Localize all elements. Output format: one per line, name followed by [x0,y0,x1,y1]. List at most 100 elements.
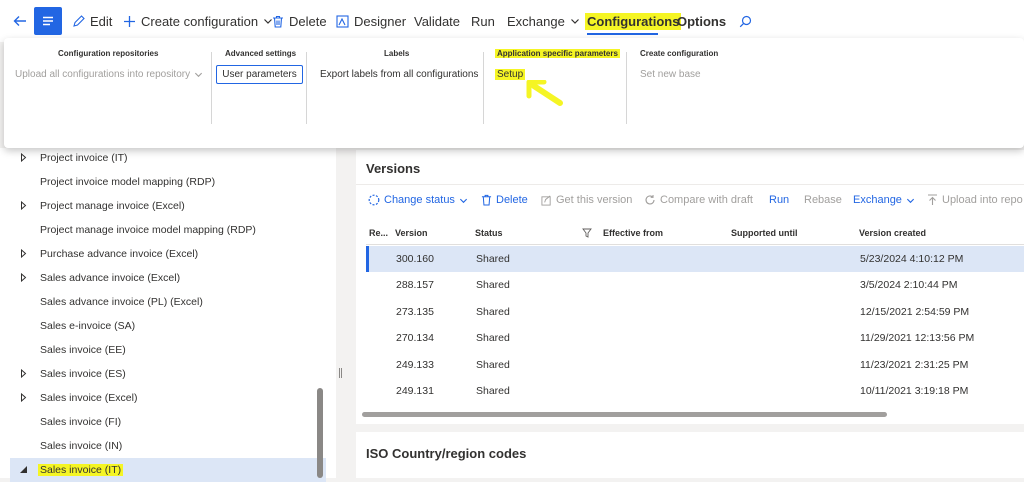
versions-exchange-button[interactable]: Exchange [853,191,915,209]
active-tab-underline [587,33,658,35]
tab-configurations[interactable]: Configurations [585,0,682,42]
expanded-triangle-icon[interactable] [19,465,28,474]
table-row[interactable]: 273.135 Shared 12/15/2021 2:54:59 PM [366,299,1024,325]
tree-item-label: Project invoice model mapping (RDP) [40,176,216,188]
collapsed-triangle-icon[interactable] [19,153,28,162]
validate-button[interactable]: Validate [414,0,460,42]
collapsed-triangle-icon[interactable] [19,393,28,402]
compare-with-draft-button[interactable]: Compare with draft [644,191,753,209]
group-separator [211,52,212,124]
versions-delete-button[interactable]: Delete [481,191,528,209]
chevron-down-icon [906,198,914,203]
collapsed-triangle-icon[interactable] [19,273,28,282]
designer-icon [336,14,349,28]
change-status-button[interactable]: Change status [368,191,468,209]
trash-icon [481,194,492,206]
tree-item[interactable]: Project invoice (IT) [10,146,326,170]
group-separator [626,52,627,124]
designer-label: Designer [354,13,407,29]
designer-button[interactable]: Designer [336,0,406,42]
tree-item[interactable]: Sales invoice (ES) [10,362,326,386]
user-parameters-label: User parameters [222,69,297,80]
column-header-version[interactable]: Version [395,228,428,238]
column-header-supported-until[interactable]: Supported until [731,228,798,238]
export-labels-label: Export labels from all configurations [320,69,479,80]
setup-label: Setup [497,69,524,80]
upload-into-repo-label: Upload into repo [942,194,1023,206]
group-title-application-specific-parameters: Application specific parameters [495,49,620,58]
rebase-button[interactable]: Rebase [804,191,842,209]
export-labels-button[interactable]: Export labels from all configurations [320,69,478,80]
cell-version: 273.135 [396,305,434,318]
tab-options[interactable]: Options [677,0,726,42]
cell-created: 5/23/2024 4:10:12 PM [860,253,964,265]
exchange-button[interactable]: Exchange [507,0,580,42]
upload-all-configurations-button[interactable]: Upload all configurations into repositor… [15,69,203,80]
tree-item[interactable]: Project invoice model mapping (RDP) [10,170,326,194]
table-row[interactable]: 249.133 Shared 11/23/2021 2:31:25 PM [366,352,1024,378]
tree-item[interactable]: Sales invoice (Excel) [10,386,326,410]
filter-icon[interactable] [582,228,592,238]
cell-status: Shared [476,332,510,345]
tree-item[interactable]: Sales invoice (FI) [10,410,326,434]
cell-status: Shared [476,253,510,265]
column-header-effective-from[interactable]: Effective from [603,228,663,238]
set-new-base-button[interactable]: Set new base [640,69,701,80]
search-button[interactable] [739,0,757,42]
cell-version: 249.133 [396,358,434,371]
tree-item[interactable]: Sales advance invoice (PL) (Excel) [10,290,326,314]
cell-status: Shared [476,385,510,397]
cell-version: 300.160 [396,253,434,265]
create-configuration-button[interactable]: Create configuration [123,0,273,42]
tree-item-label: Project manage invoice model mapping (RD… [40,224,256,236]
iso-codes-card: ISO Country/region codes [356,432,1024,478]
group-separator [306,52,307,124]
command-bar: Edit Create configuration Delete Designe… [0,0,1024,42]
tree-item[interactable]: Project manage invoice (Excel) [10,194,326,218]
column-header-re[interactable]: Re... [369,228,388,238]
table-row[interactable]: 270.134 Shared 11/29/2021 12:13:56 PM [366,325,1024,351]
tree-item[interactable]: Sales invoice (EE) [10,338,326,362]
tree-item[interactable]: Sales invoice (IN) [10,434,326,458]
upload-into-repo-button[interactable]: Upload into repo [927,191,1023,209]
cell-status: Shared [476,358,510,371]
tree-scrollbar[interactable] [317,388,323,478]
tab-configurations-label: Configurations [585,12,682,30]
get-this-version-button[interactable]: Get this version [541,191,632,209]
table-row[interactable]: 288.157 Shared 3/5/2024 2:10:44 PM [366,272,1024,298]
tree-item[interactable]: Purchase advance invoice (Excel) [10,242,326,266]
edit-button[interactable]: Edit [72,0,112,42]
cell-version: 288.157 [396,279,434,292]
table-row[interactable]: 300.160 Shared 5/23/2024 4:10:12 PM [366,246,1024,272]
pane-splitter[interactable] [336,148,356,478]
delete-button[interactable]: Delete [272,0,327,42]
action-pane-toggle-button[interactable] [34,7,62,35]
collapsed-triangle-icon[interactable] [19,249,28,258]
tree-item-label: Project manage invoice (Excel) [40,200,185,212]
rebase-label: Rebase [804,194,842,206]
run-button[interactable]: Run [471,0,495,42]
compare-with-draft-label: Compare with draft [660,194,753,206]
setup-button[interactable]: Setup [495,69,526,80]
tree-item-label: Project invoice (IT) [40,152,128,164]
cell-created: 12/15/2021 2:54:59 PM [860,305,970,318]
tree-item-label: Sales invoice (IN) [40,440,123,452]
back-button[interactable] [6,7,34,35]
upload-all-configurations-label: Upload all configurations into repositor… [15,69,191,80]
column-header-version-created[interactable]: Version created [859,228,926,238]
tree-item[interactable]: Sales invoice (IT) [10,458,326,482]
versions-run-button[interactable]: Run [769,191,789,209]
cell-created: 11/29/2021 12:13:56 PM [860,332,975,345]
tree-item[interactable]: Project manage invoice model mapping (RD… [10,218,326,242]
annotation-arrow-icon [526,80,563,106]
collapsed-triangle-icon[interactable] [19,201,28,210]
tree-item[interactable]: Sales e-invoice (SA) [10,314,326,338]
grid-horizontal-scrollbar[interactable] [362,412,887,417]
collapsed-triangle-icon[interactable] [19,369,28,378]
tree-item[interactable]: Sales advance invoice (Excel) [10,266,326,290]
tree-item-label: Sales advance invoice (PL) (Excel) [40,296,203,308]
column-header-status[interactable]: Status [475,228,503,238]
table-row[interactable]: 249.131 Shared 10/11/2021 3:19:18 PM [366,378,1024,404]
user-parameters-button[interactable]: User parameters [216,65,303,84]
group-title-create-configuration: Create configuration [640,49,719,58]
